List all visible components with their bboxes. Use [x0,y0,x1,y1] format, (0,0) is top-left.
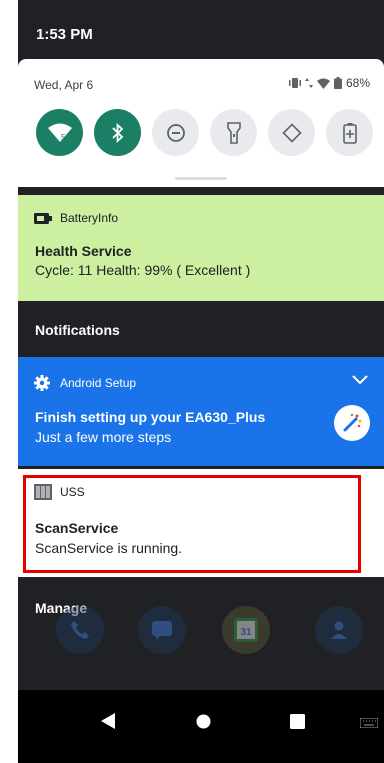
bluetooth-tile[interactable] [94,109,141,156]
qs-drag-handle[interactable] [175,177,227,180]
back-icon[interactable] [100,712,116,730]
data-arrows-icon [304,78,313,88]
keyboard-icon[interactable] [360,718,378,728]
do-not-disturb-icon [166,123,185,142]
recents-icon[interactable] [290,714,305,729]
bluetooth-icon [111,122,123,143]
messages-icon [138,606,186,654]
magic-wand-icon [334,405,370,441]
notification-text: Just a few more steps [35,429,172,445]
notification-title: Health Service [35,243,132,259]
battery-saver-tile[interactable] [326,109,373,156]
wifi-icon: 5 [47,123,72,142]
wifi-tile[interactable]: 5 [36,109,83,156]
highlight-box [23,475,361,573]
uss-notification[interactable]: USS ScanService ScanService is running. [18,469,384,577]
home-icon[interactable] [196,714,211,729]
battery-saver-icon [342,122,357,144]
battery-app-icon [34,212,52,224]
phone-screen: 1:53 PM Wed, Apr 6 68% 5 BatteryInfo Hea… [18,0,384,763]
svg-text:5: 5 [61,133,66,142]
notification-text: Cycle: 11 Health: 99% ( Excellent ) [35,262,251,278]
chevron-down-icon[interactable] [352,375,368,385]
quick-settings-panel: Wed, Apr 6 68% 5 [18,59,384,187]
notifications-section-header: Notifications [35,322,120,338]
dnd-tile[interactable] [152,109,199,156]
flashlight-icon [226,121,241,144]
battery-status-icon [333,77,342,89]
battery-percent: 68% [345,76,370,90]
contacts-icon [315,606,363,654]
qs-status-icons: 68% [288,76,370,90]
notification-app-name: Android Setup [60,376,137,390]
notification-title: Finish setting up your EA630_Plus [35,409,266,425]
status-time: 1:53 PM [36,26,93,43]
phone-icon [56,606,104,654]
vibrate-icon [288,78,301,88]
android-setup-notification[interactable]: Android Setup Finish setting up your EA6… [18,357,384,466]
flashlight-tile[interactable] [210,109,257,156]
navigation-bar [18,690,384,763]
autorotate-tile[interactable] [268,109,315,156]
battery-info-notification[interactable]: BatteryInfo Health Service Cycle: 11 Hea… [18,195,384,301]
wifi-status-icon [316,78,330,89]
calendar-icon: 31 [222,606,270,654]
qs-date[interactable]: Wed, Apr 6 [34,78,93,92]
notification-app-name: BatteryInfo [60,211,119,225]
settings-gear-icon [34,375,50,391]
auto-rotate-icon [281,122,302,143]
svg-text:31: 31 [240,627,252,638]
